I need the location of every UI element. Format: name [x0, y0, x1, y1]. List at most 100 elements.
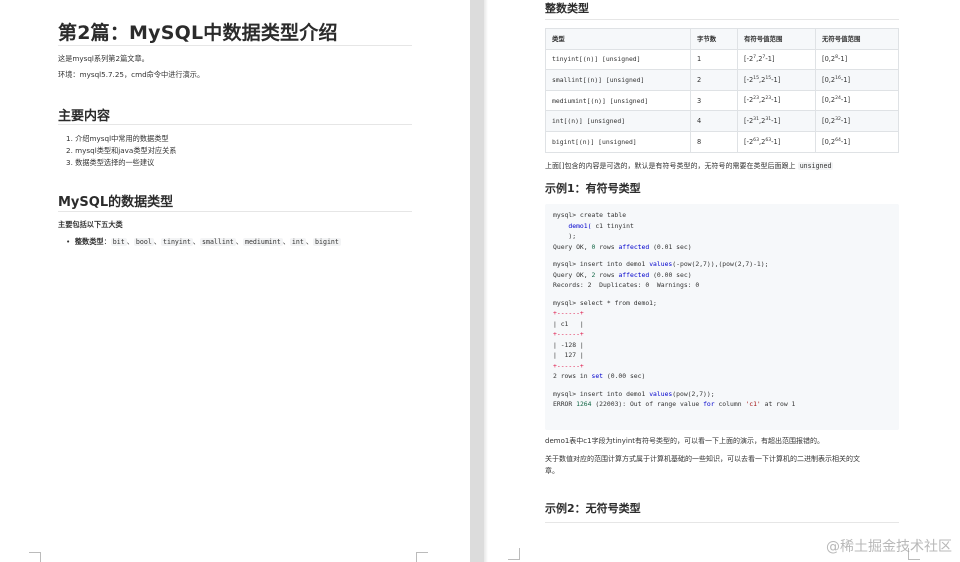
exponent: 7: [762, 55, 766, 61]
example1-heading: 示例1：有符号类型: [545, 182, 641, 195]
exponent: 23: [753, 96, 760, 102]
right-page: 整数类型 类型 字节数 有符号值范围 无符号值范围 tinyint[(n)] […: [488, 0, 960, 562]
code-inline: mediumint: [242, 238, 283, 246]
table-cell-bytes: 3: [690, 89, 738, 112]
exponent: 31: [765, 117, 772, 123]
table-row: mediumint[(n)] [unsigned] 3 [-223,223-1]…: [545, 89, 899, 112]
comma: 、: [235, 237, 243, 246]
code-line: | c1 |: [553, 319, 584, 328]
code-inline: bit: [110, 238, 127, 246]
section-divider: [58, 211, 412, 212]
comma: 、: [126, 237, 134, 246]
table-cell-signed: [-27,27-1]: [737, 48, 816, 71]
list-item: 2. mysql类型和java类型对应关系: [66, 146, 177, 155]
section-heading-int: 整数类型: [545, 2, 589, 15]
bullet-integer-types: • 整数类型： bit、 bool、 tinyint、 smallint、 mediumi…: [66, 237, 341, 247]
intro-line-2: 环境：mysql5.7.25，cmd命令中进行演示。: [58, 70, 205, 79]
crop-mark: [29, 552, 41, 562]
table-header: 字节数: [690, 28, 738, 50]
comma: 、: [153, 237, 161, 246]
table-header: 有符号值范围: [737, 28, 816, 50]
exponent: 15: [753, 75, 760, 81]
table-cell-unsigned: [0,232-1]: [815, 110, 899, 132]
intro-line-1: 这是mysql系列第2篇文章。: [58, 54, 149, 63]
section-divider: [58, 124, 412, 125]
code-line: mysql> select * from demo1;: [553, 298, 657, 307]
code-line: Query OK, 0 rows affected (0.01 sec): [553, 242, 692, 251]
comma: 、: [192, 237, 200, 246]
table-row: smallint[(n)] [unsigned] 2 [-215,215-1] …: [545, 69, 899, 91]
table-cell-signed: [-215,215-1]: [737, 69, 816, 91]
table-cell-bytes: 1: [690, 48, 738, 71]
table-header-row: 类型 字节数 有符号值范围 无符号值范围: [545, 28, 899, 50]
section-heading-types: MySQL的数据类型: [58, 195, 174, 210]
code-block: mysql> create table demo1( c1 tinyint );…: [545, 204, 899, 430]
code-line: mysql> insert into demo1 values(-pow(2,7…: [553, 260, 769, 268]
title-divider: [58, 45, 412, 46]
code-line: +------+: [553, 361, 584, 370]
exponent: 15: [765, 75, 772, 81]
crop-mark: [508, 548, 520, 560]
paragraph: demo1表中c1字段为tinyint有符号类型的，可以看一下上面的演示，有超出…: [545, 437, 825, 445]
code-inline: bool: [133, 238, 154, 246]
watermark: @稀土掘金技术社区: [826, 539, 952, 555]
left-page: 第2篇：MySQL中数据类型介绍 这是mysql系列第2篇文章。 环境：mysq…: [0, 0, 470, 562]
code-line: ERROR 1264 (22003): Out of range value f…: [553, 400, 796, 408]
comma: 、: [305, 237, 314, 246]
code-inline: tinyint: [161, 238, 193, 246]
code-line: Records: 2 Duplicates: 0 Warnings: 0: [553, 281, 700, 289]
table-header: 类型: [545, 28, 691, 50]
table-cell-signed: [-223,223-1]: [737, 89, 816, 112]
table-cell-unsigned: [0,28-1]: [815, 48, 899, 71]
code-inline: bigint: [313, 238, 341, 246]
code-inline: smallint: [200, 238, 236, 246]
table-cell-unsigned: [0,216-1]: [815, 69, 899, 91]
article-title: 第2篇：MySQL中数据类型介绍: [58, 22, 338, 44]
table-row: int[(n)] [unsigned] 4 [-231,231-1] [0,23…: [545, 110, 899, 132]
code-line: | 127 |: [553, 351, 584, 359]
paragraph: 章。: [545, 467, 559, 475]
comma: 、: [282, 237, 290, 246]
section-divider: [545, 522, 899, 523]
code-line: +------+: [553, 330, 584, 338]
paragraph: 关于数值对应的范围计算方式属于计算机基础的一些知识，可以去看一下计算机的二进制表…: [545, 455, 860, 463]
table-cell-bytes: 2: [690, 69, 738, 91]
exponent: 63: [765, 137, 772, 143]
table-cell-unsigned: [0,224-1]: [815, 89, 899, 112]
table-cell-unsigned: [0,264-1]: [815, 130, 899, 153]
table-note-text: 上面[]包含的内容是可选的，默认是有符号类型的，无符号的需要在类型后面跟上: [545, 162, 796, 170]
code-line: );: [553, 232, 577, 240]
list-item: 3. 数据类型选择的一些建议: [66, 158, 155, 167]
table-note: 上面[]包含的内容是可选的，默认是有符号类型的，无符号的需要在类型后面跟上 un…: [545, 161, 834, 171]
bullet-label: 整数类型: [74, 237, 104, 246]
exponent: 7: [753, 55, 757, 61]
code-line: | -128 |: [553, 340, 584, 349]
table-cell-bytes: 4: [690, 110, 738, 132]
table-cell-signed: [-231,231-1]: [737, 110, 816, 132]
section-heading-main: 主要内容: [58, 109, 111, 124]
code-line: demo1( c1 tinyint: [568, 221, 634, 230]
code-inline: unsigned: [797, 162, 834, 170]
exponent: 23: [765, 96, 772, 102]
code-inline: int: [289, 238, 306, 246]
table-cell-bytes: 8: [690, 130, 738, 153]
example2-heading: 示例2：无符号类型: [545, 502, 641, 515]
table-cell-type: mediumint[(n)] [unsigned]: [545, 89, 691, 112]
exponent: 24: [835, 96, 841, 102]
table-row: tinyint[(n)] [unsigned] 1 [-27,27-1] [0,…: [545, 48, 899, 71]
exponent: 16: [835, 75, 841, 81]
exponent: 63: [753, 137, 760, 143]
code-line: +------+: [553, 309, 584, 317]
table-cell-type: smallint[(n)] [unsigned]: [545, 69, 691, 91]
code-line: mysql> create table: [553, 211, 627, 219]
page-gutter: [470, 0, 484, 562]
types-intro: 主要包括以下五大类: [58, 220, 123, 229]
bullet-sep: ：: [103, 237, 111, 246]
table-cell-type: tinyint[(n)] [unsigned]: [545, 48, 691, 71]
exponent: 64: [835, 137, 841, 143]
table-cell-signed: [-263,263-1]: [737, 130, 816, 153]
exponent: 32: [835, 117, 841, 123]
section-divider: [545, 19, 899, 20]
crop-mark: [416, 552, 428, 562]
